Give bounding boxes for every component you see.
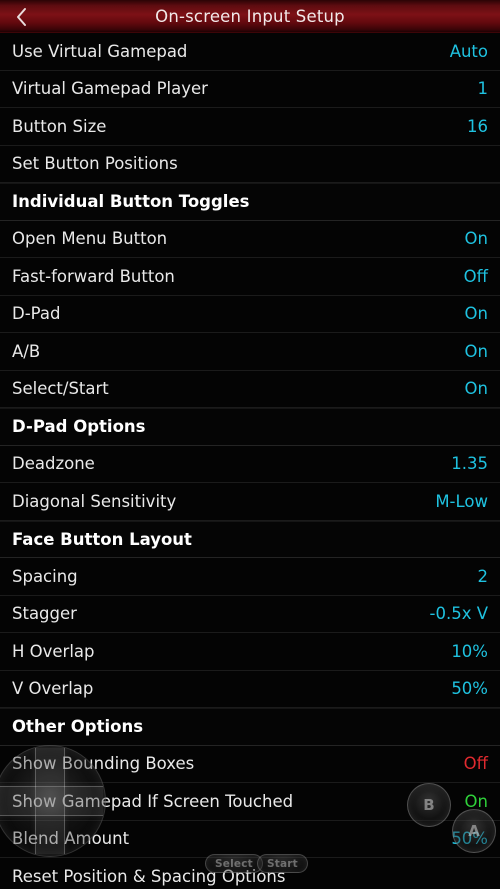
gamepad-button-start-label: Start xyxy=(267,857,298,870)
setting-label: Fast-forward Button xyxy=(12,266,175,286)
gamepad-button-select-label: Select xyxy=(215,857,253,870)
setting-row-d-pad[interactable]: D-Pad On xyxy=(0,295,500,333)
setting-row-spacing[interactable]: Spacing 2 xyxy=(0,558,500,596)
setting-value: Off xyxy=(463,754,488,774)
setting-label: D-Pad xyxy=(12,304,61,324)
setting-row-virtual-gamepad-player[interactable]: Virtual Gamepad Player 1 xyxy=(0,70,500,108)
setting-label: Select/Start xyxy=(12,379,109,399)
section-header-label: Individual Button Toggles xyxy=(12,192,250,212)
setting-row-diagonal-sensitivity[interactable]: Diagonal Sensitivity M-Low xyxy=(0,483,500,521)
setting-value: On xyxy=(464,341,488,361)
section-header-label: Face Button Layout xyxy=(12,529,192,549)
setting-label: Virtual Gamepad Player xyxy=(12,79,208,99)
setting-row-use-virtual-gamepad[interactable]: Use Virtual Gamepad Auto xyxy=(0,33,500,71)
setting-label: H Overlap xyxy=(12,641,95,661)
gamepad-button-b[interactable]: B xyxy=(407,783,451,827)
setting-row-v-overlap[interactable]: V Overlap 50% xyxy=(0,670,500,708)
setting-value: Off xyxy=(463,266,488,286)
setting-row-fast-forward-button[interactable]: Fast-forward Button Off xyxy=(0,258,500,296)
setting-row-open-menu-button[interactable]: Open Menu Button On xyxy=(0,220,500,258)
app-header: On-screen Input Setup xyxy=(0,0,500,33)
section-header-label: D-Pad Options xyxy=(12,417,146,437)
setting-value: On xyxy=(464,791,488,811)
setting-label: Stagger xyxy=(12,604,77,624)
setting-value: 1 xyxy=(477,79,489,99)
setting-value: 1.35 xyxy=(451,454,488,474)
setting-label: Deadzone xyxy=(12,454,95,474)
setting-row-set-button-positions[interactable]: Set Button Positions xyxy=(0,145,500,183)
setting-label: A/B xyxy=(12,341,41,361)
section-header-individual-button-toggles: Individual Button Toggles xyxy=(0,183,500,221)
setting-row-h-overlap[interactable]: H Overlap 10% xyxy=(0,633,500,671)
setting-row-deadzone[interactable]: Deadzone 1.35 xyxy=(0,445,500,483)
gamepad-button-b-label: B xyxy=(423,796,435,814)
setting-label: Use Virtual Gamepad xyxy=(12,41,188,61)
gamepad-button-start[interactable]: Start xyxy=(257,854,308,873)
section-header-label: Other Options xyxy=(12,717,144,737)
setting-value: On xyxy=(464,379,488,399)
setting-row-a-b[interactable]: A/B On xyxy=(0,333,500,371)
page-title: On-screen Input Setup xyxy=(155,6,345,26)
gamepad-button-select[interactable]: Select xyxy=(205,854,263,873)
setting-value: On xyxy=(464,304,488,324)
setting-value: 10% xyxy=(451,641,488,661)
dpad-center-hub xyxy=(35,786,65,816)
setting-row-button-size[interactable]: Button Size 16 xyxy=(0,108,500,146)
setting-label: Set Button Positions xyxy=(12,154,178,174)
setting-value: 50% xyxy=(451,679,488,699)
setting-row-stagger[interactable]: Stagger -0.5x V xyxy=(0,595,500,633)
setting-value: 2 xyxy=(477,566,489,586)
setting-label: V Overlap xyxy=(12,679,94,699)
setting-value: -0.5x V xyxy=(429,604,489,624)
setting-label: Spacing xyxy=(12,566,78,586)
setting-value: M-Low xyxy=(435,491,488,511)
back-button[interactable] xyxy=(0,0,42,33)
gamepad-button-a[interactable]: A xyxy=(452,809,496,853)
setting-row-select-start[interactable]: Select/Start On xyxy=(0,370,500,408)
setting-label: Open Menu Button xyxy=(12,229,168,249)
setting-value: Auto xyxy=(449,41,488,61)
setting-label: Button Size xyxy=(12,116,107,136)
section-header-other-options: Other Options xyxy=(0,708,500,746)
gamepad-button-a-label: A xyxy=(468,822,480,840)
chevron-left-icon xyxy=(15,7,28,27)
section-header-face-button-layout: Face Button Layout xyxy=(0,520,500,558)
setting-label: Diagonal Sensitivity xyxy=(12,491,177,511)
setting-value: 16 xyxy=(467,116,488,136)
setting-value: On xyxy=(464,229,488,249)
section-header-d-pad-options: D-Pad Options xyxy=(0,408,500,446)
